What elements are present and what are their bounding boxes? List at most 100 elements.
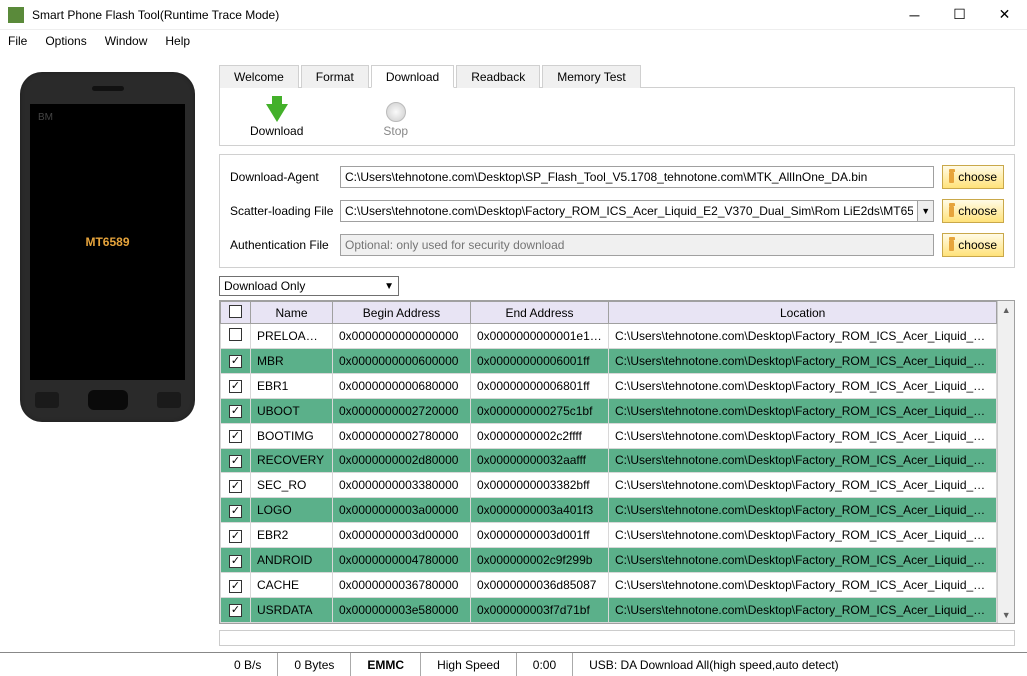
table-row[interactable]: ✓ANDROID0x00000000047800000x000000002c9f… — [221, 548, 997, 573]
menu-window[interactable]: Window — [105, 34, 148, 48]
checkbox[interactable] — [229, 328, 242, 341]
minimize-button[interactable]: ─ — [892, 0, 937, 30]
header-end[interactable]: End Address — [471, 302, 609, 324]
checkbox[interactable]: ✓ — [229, 355, 242, 368]
table-row[interactable]: ✓UBOOT0x00000000027200000x000000000275c1… — [221, 398, 997, 423]
table-row[interactable]: ✓ CACHE0x00000000367800000x0000000036d850… — [221, 573, 997, 598]
tab-bar: Welcome Format Download Readback Memory … — [219, 64, 1015, 88]
table-row[interactable]: ✓ EBR10x00000000006800000x00000000006801f… — [221, 373, 997, 398]
table-row[interactable]: ✓LOGO0x0000000003a000000x0000000003a401f… — [221, 498, 997, 523]
cell-name: CACHE — [251, 573, 333, 598]
da-path-input[interactable] — [340, 166, 934, 188]
cell-name: BOOTIMG — [251, 423, 333, 448]
cell-begin: 0x0000000002780000 — [333, 423, 471, 448]
cell-begin: 0x000000003e580000 — [333, 597, 471, 622]
cell-begin: 0x0000000002d80000 — [333, 448, 471, 473]
cell-name: USRDATA — [251, 597, 333, 622]
scroll-down-icon[interactable]: ▼ — [998, 606, 1014, 623]
download-arrow-icon — [266, 104, 288, 122]
close-button[interactable]: ✕ — [982, 0, 1027, 30]
cell-end: 0x0000000003382bff — [471, 473, 609, 498]
cell-begin: 0x0000000003a00000 — [333, 498, 471, 523]
cell-location: C:\Users\tehnotone.com\Desktop\Factory_R… — [609, 348, 997, 373]
cell-end: 0x00000000006801ff — [471, 373, 609, 398]
cell-name: ANDROID — [251, 548, 333, 573]
window-title: Smart Phone Flash Tool(Runtime Trace Mod… — [32, 8, 892, 22]
cell-location: C:\Users\tehnotone.com\Desktop\Factory_R… — [609, 597, 997, 622]
table-row[interactable]: ✓ USRDATA0x000000003e5800000x000000003f7d… — [221, 597, 997, 622]
stop-button[interactable]: Stop — [383, 96, 408, 138]
cell-end: 0x000000003f7d71bf — [471, 597, 609, 622]
cell-name: UBOOT — [251, 398, 333, 423]
status-bytes: 0 Bytes — [278, 653, 351, 676]
cell-location: C:\Users\tehnotone.com\Desktop\Factory_R… — [609, 324, 997, 349]
menu-help[interactable]: Help — [165, 34, 190, 48]
tab-memory-test[interactable]: Memory Test — [542, 65, 640, 88]
status-storage: EMMC — [351, 653, 421, 676]
tab-format[interactable]: Format — [301, 65, 369, 88]
tab-download[interactable]: Download — [371, 65, 454, 88]
cell-location: C:\Users\tehnotone.com\Desktop\Factory_R… — [609, 548, 997, 573]
da-choose-button[interactable]: choose — [942, 165, 1004, 189]
auth-choose-button[interactable]: choose — [942, 233, 1004, 257]
scatter-label: Scatter-loading File — [230, 204, 340, 218]
download-mode-select[interactable]: Download Only ▼ — [219, 276, 399, 296]
checkbox[interactable]: ✓ — [229, 555, 242, 568]
table-row[interactable]: ✓ BOOTIMG0x00000000027800000x0000000002c2… — [221, 423, 997, 448]
table-row[interactable]: ✓EBR20x0000000003d000000x0000000003d001f… — [221, 523, 997, 548]
checkbox[interactable]: ✓ — [229, 405, 242, 418]
cell-end: 0x000000000275c1bf — [471, 398, 609, 423]
table-row[interactable]: PRELOADER0x00000000000000000x00000000000… — [221, 324, 997, 349]
cell-location: C:\Users\tehnotone.com\Desktop\Factory_R… — [609, 473, 997, 498]
status-hs: High Speed — [421, 653, 517, 676]
side-panel: BM MT6589 — [0, 52, 215, 652]
cell-location: C:\Users\tehnotone.com\Desktop\Factory_R… — [609, 498, 997, 523]
checkbox[interactable]: ✓ — [229, 455, 242, 468]
cell-location: C:\Users\tehnotone.com\Desktop\Factory_R… — [609, 398, 997, 423]
chevron-down-icon[interactable]: ▼ — [918, 200, 934, 222]
table-row[interactable]: ✓SEC_RO0x00000000033800000x0000000003382… — [221, 473, 997, 498]
menu-options[interactable]: Options — [45, 34, 86, 48]
maximize-button[interactable]: ☐ — [937, 0, 982, 30]
partition-table: Name Begin Address End Address Location … — [219, 300, 1015, 624]
table-row[interactable]: ✓MBR0x00000000006000000x00000000006001ff… — [221, 348, 997, 373]
tab-readback[interactable]: Readback — [456, 65, 540, 88]
header-name[interactable]: Name — [251, 302, 333, 324]
vertical-scrollbar[interactable]: ▲ ▼ — [997, 301, 1014, 623]
da-label: Download-Agent — [230, 170, 340, 184]
cell-begin: 0x0000000003d00000 — [333, 523, 471, 548]
status-time: 0:00 — [517, 653, 573, 676]
checkbox[interactable]: ✓ — [229, 604, 242, 617]
cell-end: 0x0000000002c2ffff — [471, 423, 609, 448]
table-row[interactable]: ✓RECOVERY0x0000000002d800000x00000000032… — [221, 448, 997, 473]
scatter-path-input[interactable] — [340, 200, 918, 222]
cell-name: PRELOADER — [251, 324, 333, 349]
checkbox[interactable]: ✓ — [229, 380, 242, 393]
scroll-up-icon[interactable]: ▲ — [998, 301, 1014, 318]
status-bar: 0 B/s 0 Bytes EMMC High Speed 0:00 USB: … — [0, 652, 1027, 676]
checkbox[interactable]: ✓ — [229, 430, 242, 443]
cell-begin: 0x0000000000680000 — [333, 373, 471, 398]
cell-end: 0x0000000003a401f3 — [471, 498, 609, 523]
folder-icon — [949, 172, 954, 183]
cell-end: 0x000000002c9f299b — [471, 548, 609, 573]
checkbox[interactable]: ✓ — [229, 505, 242, 518]
download-button[interactable]: Download — [250, 96, 303, 138]
header-location[interactable]: Location — [609, 302, 997, 324]
checkbox[interactable]: ✓ — [229, 480, 242, 493]
auth-path-input[interactable] — [340, 234, 934, 256]
menu-file[interactable]: File — [8, 34, 27, 48]
checkbox[interactable]: ✓ — [229, 580, 242, 593]
cell-end: 0x0000000036d85087 — [471, 573, 609, 598]
cell-begin: 0x0000000036780000 — [333, 573, 471, 598]
cell-location: C:\Users\tehnotone.com\Desktop\Factory_R… — [609, 448, 997, 473]
checkbox[interactable]: ✓ — [229, 530, 242, 543]
header-check[interactable] — [221, 302, 251, 324]
cell-name: EBR1 — [251, 373, 333, 398]
checkbox[interactable] — [229, 305, 242, 318]
header-begin[interactable]: Begin Address — [333, 302, 471, 324]
scatter-choose-button[interactable]: choose — [942, 199, 1004, 223]
tab-welcome[interactable]: Welcome — [219, 65, 299, 88]
status-speed: 0 B/s — [218, 653, 278, 676]
toolbar: Download Stop — [219, 88, 1015, 146]
